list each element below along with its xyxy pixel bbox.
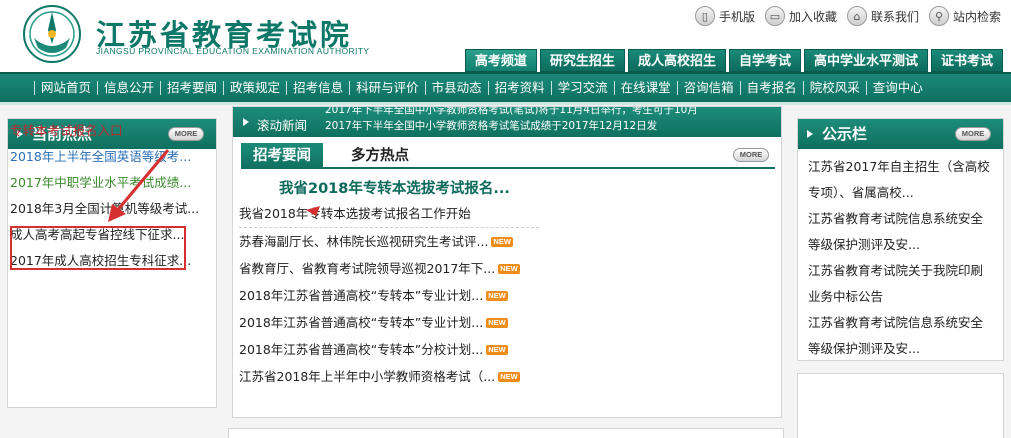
tab-certificate[interactable]: 证书考试	[930, 49, 1003, 72]
hot-topic-item[interactable]: 2018年3月全国计算机等级考试...	[10, 196, 206, 222]
quick-links: ▯ 手机版 ▭ 加入收藏 ⌂ 联系我们 ⚲ 站内检索	[694, 6, 1001, 26]
triangle-icon	[243, 118, 249, 126]
nav-item-colleges[interactable]: 院校风采	[802, 81, 866, 95]
quick-link-label: 联系我们	[870, 9, 919, 24]
news-ticker: 滚动新闻 2017年下半年全国中小学教师资格考试(笔试)将于11月4日举行，考生…	[233, 107, 781, 137]
notice-item[interactable]: 江苏省2017年自主招生（含高校专项）、省属高校...	[808, 154, 994, 206]
news-item[interactable]: 苏春海副厅长、林伟院长巡视研究生考试评... NEW	[239, 228, 539, 255]
tab-academic-test[interactable]: 高中学业水平测试	[803, 49, 928, 72]
news-item[interactable]: 2018年江苏省普通高校“专转本”专业计划... NEW	[239, 309, 539, 336]
news-tabs: 招考要闻 多方热点 MORE	[241, 143, 775, 169]
news-item[interactable]: 2018年江苏省普通高校“专转本”专业计划... NEW	[239, 282, 539, 309]
triangle-icon	[807, 130, 813, 138]
new-badge: NEW	[486, 344, 508, 355]
new-badge: NEW	[498, 263, 520, 274]
quick-link-label: 手机版	[718, 9, 755, 24]
notice-more-button[interactable]: MORE	[955, 127, 991, 141]
news-item[interactable]: 2018年江苏省普通高校“专转本”分校计划... NEW	[239, 336, 539, 363]
new-badge: NEW	[491, 236, 513, 247]
bookmark-icon: ▭	[764, 6, 785, 26]
nav-item-mailbox[interactable]: 咨询信箱	[676, 81, 740, 95]
side-panel	[797, 373, 1004, 438]
news-item-text[interactable]: 我省2018年专转本选拔考试报名工作开始	[239, 203, 471, 225]
highlight-box	[10, 226, 186, 270]
mobile-icon: ▯	[694, 6, 715, 26]
notice-item[interactable]: 江苏省教育考试院信息系统安全等级保护测评及安...	[808, 206, 994, 258]
news-list: 我省2018年专转本选拔考试报名工作开始 苏春海副厅长、林伟院长巡视研究生考试评.…	[239, 201, 539, 390]
contact-icon: ⌂	[846, 6, 867, 26]
tab-adult[interactable]: 成人高校招生	[627, 49, 726, 72]
quick-link-label: 加入收藏	[788, 9, 837, 24]
site-header: 江苏省教育考试院 JIANGSU PROVINCIAL EDUCATION EX…	[0, 0, 1011, 72]
news-panel: 滚动新闻 2017年下半年全国中小学教师资格考试(笔试)将于11月4日举行，考生…	[232, 106, 782, 418]
news-item-text[interactable]: 省教育厅、省教育考试院领导巡视2017年下...	[239, 258, 495, 280]
nav-item-materials[interactable]: 招考资料	[487, 81, 551, 95]
nav-item-query[interactable]: 查询中心	[865, 81, 929, 95]
new-badge: NEW	[486, 317, 508, 328]
nav-item-research[interactable]: 科研与评价	[349, 81, 425, 95]
news-more-button[interactable]: MORE	[733, 148, 769, 162]
hot-topic-item[interactable]: 2017年中职学业水平考试成绩...	[10, 170, 206, 196]
tab-self-study[interactable]: 自学考试	[728, 49, 801, 72]
nav-item-enroll[interactable]: 招考信息	[286, 81, 349, 95]
notice-header: 公示栏 MORE	[798, 119, 1003, 149]
notice-title: 公示栏	[822, 125, 868, 143]
news-item[interactable]: 省教育厅、省教育考试院领导巡视2017年下... NEW	[239, 255, 539, 282]
nav-item-home[interactable]: 网站首页	[34, 81, 97, 95]
news-item-text[interactable]: 2018年江苏省普通高校“专转本”专业计划...	[239, 285, 483, 307]
notice-list: 江苏省2017年自主招生（含高校专项）、省属高校... 江苏省教育考试院信息系统安…	[808, 154, 994, 362]
bottom-panel	[228, 428, 784, 438]
notice-panel: 公示栏 MORE 江苏省2017年自主招生（含高校专项）、省属高校... 江苏省教…	[797, 118, 1004, 361]
site-logo-icon[interactable]	[22, 4, 82, 64]
ticker-line[interactable]: 2017年下半年全国中小学教师资格考试(笔试)将于11月4日举行，考生可于10月	[325, 107, 698, 116]
main-nav: 网站首页 信息公开 招考要闻 政策规定 招考信息 科研与评价 市县动态 招考资料…	[0, 72, 1011, 102]
news-item[interactable]: 我省2018年专转本选拔考试报名工作开始	[239, 201, 539, 228]
tab-multi-hot[interactable]: 多方热点	[339, 143, 421, 169]
tab-gaokao[interactable]: 高考频道	[464, 49, 537, 72]
site-subtitle: JIANGSU PROVINCIAL EDUCATION EXAMINATION…	[96, 46, 370, 56]
new-badge: NEW	[498, 371, 520, 382]
notice-item[interactable]: 江苏省教育考试院关于我院印刷业务中标公告	[808, 258, 994, 310]
ticker-label: 滚动新闻	[257, 118, 308, 133]
nav-divider	[0, 102, 1011, 105]
quick-link-contact[interactable]: ⌂ 联系我们	[846, 6, 919, 26]
hot-topic-item[interactable]: 专转本考试报名入口	[10, 118, 206, 144]
tab-graduate[interactable]: 研究生招生	[539, 49, 625, 72]
news-item[interactable]: 江苏省2018年上半年中小学教师资格考试（... NEW	[239, 363, 539, 390]
nav-item-news[interactable]: 招考要闻	[160, 81, 223, 95]
nav-item-city[interactable]: 市县动态	[424, 81, 488, 95]
nav-item-info[interactable]: 信息公开	[97, 81, 160, 95]
quick-link-search[interactable]: ⚲ 站内检索	[928, 6, 1001, 26]
ticker-text[interactable]: 2017年下半年全国中小学教师资格考试(笔试)将于11月4日举行，考生可于10月…	[325, 107, 765, 135]
hot-topic-item[interactable]: 2018年上半年全国英语等级考...	[10, 144, 206, 170]
quick-link-bookmark[interactable]: ▭ 加入收藏	[764, 6, 837, 26]
news-item-text[interactable]: 2018年江苏省普通高校“专转本”分校计划...	[239, 339, 483, 361]
ticker-line[interactable]: 2017年下半年全国中小学教师资格考试笔试成绩于2017年12月12日发	[325, 120, 657, 132]
headline-link[interactable]: 我省2018年专转本选拔考试报名...	[279, 177, 510, 198]
news-item-text[interactable]: 江苏省2018年上半年中小学教师资格考试（...	[239, 366, 495, 388]
quick-link-label: 站内检索	[952, 9, 1001, 24]
news-item-text[interactable]: 苏春海副厅长、林伟院长巡视研究生考试评...	[239, 231, 488, 253]
nav-item-exchange[interactable]: 学习交流	[550, 81, 614, 95]
nav-item-policy[interactable]: 政策规定	[223, 81, 286, 95]
notice-item[interactable]: 江苏省教育考试院信息系统安全等级保护测评及安...	[808, 310, 994, 362]
tab-exam-news[interactable]: 招考要闻	[241, 143, 323, 169]
new-badge: NEW	[486, 290, 508, 301]
nav-item-classroom[interactable]: 在线课堂	[613, 81, 677, 95]
search-icon: ⚲	[928, 6, 949, 26]
channel-tabs: 高考频道 研究生招生 成人高校招生 自学考试 高中学业水平测试 证书考试	[464, 49, 1003, 72]
nav-item-self-register[interactable]: 自考报名	[739, 81, 803, 95]
news-item-text[interactable]: 2018年江苏省普通高校“专转本”专业计划...	[239, 312, 483, 334]
quick-link-mobile[interactable]: ▯ 手机版	[694, 6, 755, 26]
